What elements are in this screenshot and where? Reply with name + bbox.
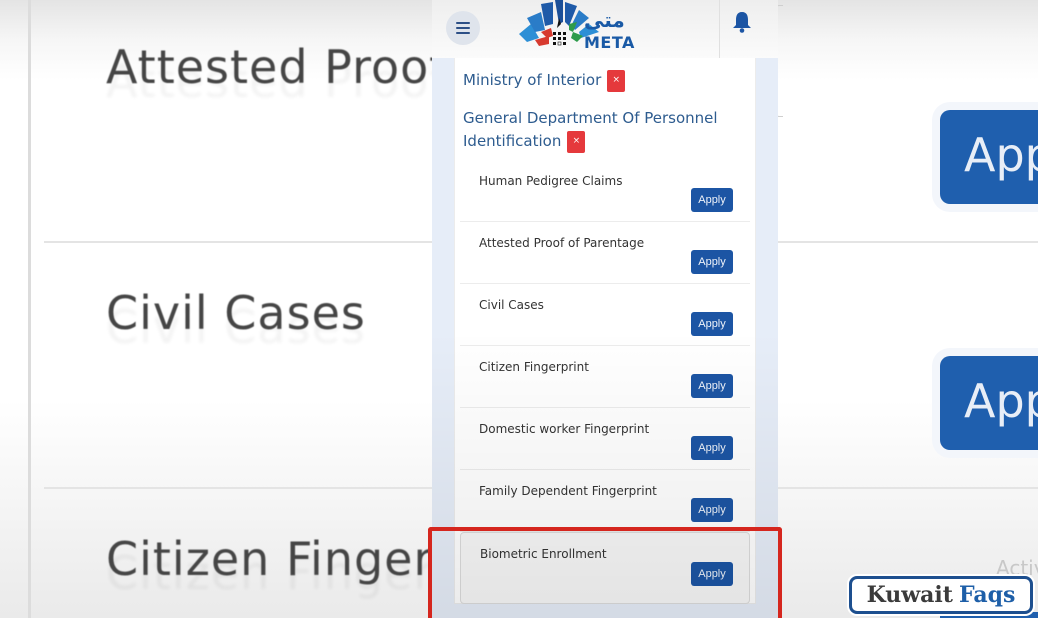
header-divider bbox=[719, 0, 720, 58]
service-item: Family Dependent Fingerprint Apply bbox=[460, 470, 750, 532]
watermark-text-faqs: Faqs bbox=[958, 582, 1016, 608]
service-item: Citizen Fingerprint Apply bbox=[460, 346, 750, 408]
service-name: Family Dependent Fingerprint bbox=[479, 484, 657, 498]
services-panel: Ministry of Interior × General Department… bbox=[454, 58, 778, 618]
apply-button[interactable]: Apply bbox=[691, 436, 733, 460]
bell-icon[interactable] bbox=[732, 10, 752, 34]
apply-button[interactable]: Apply bbox=[691, 498, 733, 522]
service-name: Civil Cases bbox=[479, 298, 544, 312]
background-apply-button[interactable]: App bbox=[940, 110, 1038, 204]
service-name: Biometric Enrollment bbox=[480, 547, 607, 561]
apply-button[interactable]: Apply bbox=[691, 188, 733, 212]
logo-english-text: META bbox=[584, 33, 635, 52]
service-item: Civil Cases Apply bbox=[460, 284, 750, 346]
background-row-title: Civil Cases bbox=[106, 286, 366, 340]
breadcrumb-ministry: Ministry of Interior × bbox=[463, 69, 626, 92]
service-name: Human Pedigree Claims bbox=[479, 174, 623, 188]
hamburger-icon bbox=[456, 22, 470, 34]
apply-button[interactable]: Apply bbox=[691, 250, 733, 274]
service-name: Domestic worker Fingerprint bbox=[479, 422, 650, 436]
menu-button[interactable] bbox=[446, 11, 480, 45]
apply-button[interactable]: Apply bbox=[691, 374, 733, 398]
apply-button[interactable]: Apply bbox=[691, 562, 733, 586]
mobile-app-view: متى META Ministry of Interior × General D… bbox=[432, 0, 778, 618]
background-row-title: Attested Proof bbox=[106, 40, 447, 94]
breadcrumb-label[interactable]: General Department Of Personnel Identifi… bbox=[463, 109, 718, 150]
logo-arabic-text: متى bbox=[584, 8, 625, 32]
service-item: Domestic worker Fingerprint Apply bbox=[460, 408, 750, 470]
background-apply-button[interactable]: App bbox=[940, 356, 1038, 450]
service-item: Attested Proof of Parentage Apply bbox=[460, 222, 750, 284]
breadcrumb-department: General Department Of Personnel Identifi… bbox=[463, 107, 733, 153]
remove-filter-button[interactable]: × bbox=[567, 130, 586, 153]
services-card: Ministry of Interior × General Department… bbox=[454, 58, 756, 604]
channel-watermark: Kuwait Faqs bbox=[849, 576, 1033, 614]
apply-button[interactable]: Apply bbox=[691, 312, 733, 336]
background-border bbox=[28, 0, 31, 618]
breadcrumb-label[interactable]: Ministry of Interior bbox=[463, 71, 601, 89]
remove-filter-button[interactable]: × bbox=[607, 69, 626, 92]
service-item-biometric-enrollment: Biometric Enrollment Apply bbox=[460, 532, 750, 604]
service-name: Attested Proof of Parentage bbox=[479, 236, 645, 250]
app-header: متى META bbox=[432, 0, 778, 58]
watermark-text-kuwait: Kuwait bbox=[866, 582, 953, 608]
background-row-title: Citizen Fingerp bbox=[106, 532, 464, 586]
service-item: Human Pedigree Claims Apply bbox=[460, 160, 750, 222]
service-name: Citizen Fingerprint bbox=[479, 360, 589, 374]
